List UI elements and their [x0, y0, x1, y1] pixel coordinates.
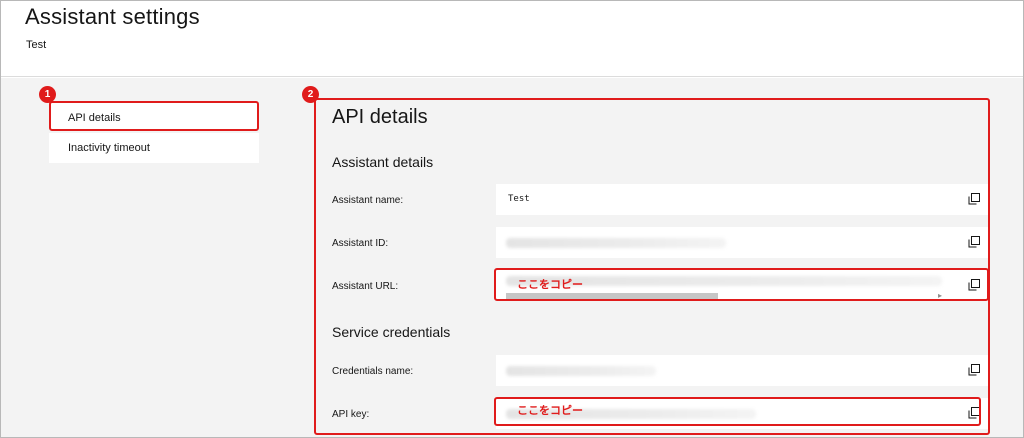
copy-icon[interactable]	[968, 364, 980, 376]
service-credentials-heading: Service credentials	[332, 324, 451, 340]
api-key-label: API key:	[332, 409, 370, 420]
assistant-subtitle: Test	[26, 39, 47, 51]
copy-icon[interactable]	[968, 236, 980, 248]
copy-here-annotation: ここをコピー	[517, 404, 583, 417]
credentials-name-field[interactable]	[496, 355, 988, 386]
assistant-name-value: Test	[508, 194, 530, 204]
page-title: Assistant settings	[25, 4, 200, 29]
assistant-name-field[interactable]: Test	[496, 184, 988, 215]
assistant-url-label: Assistant URL:	[332, 281, 399, 292]
redacted-value	[506, 366, 656, 376]
sidebar-item-label: API details	[68, 112, 121, 124]
assistant-details-heading: Assistant details	[332, 154, 434, 170]
sidebar-item-inactivity-timeout[interactable]: Inactivity timeout	[49, 133, 259, 163]
assistant-name-label: Assistant name:	[332, 195, 404, 206]
api-details-panel: API details Assistant details Assistant …	[314, 98, 990, 435]
assistant-id-label: Assistant ID:	[332, 238, 389, 249]
settings-body: 1 API details Inactivity timeout 2 API d…	[1, 78, 1023, 437]
sidebar-item-api-details[interactable]: API details	[49, 101, 259, 131]
page-header: Assistant settings Test	[1, 1, 1023, 77]
credentials-name-label: Credentials name:	[332, 366, 414, 377]
panel-title: API details	[332, 106, 428, 128]
window: Assistant settings Test 1 API details In…	[0, 0, 1024, 438]
sidebar-item-label: Inactivity timeout	[68, 142, 150, 154]
copy-here-annotation: ここをコピー	[517, 278, 583, 291]
assistant-id-field[interactable]	[496, 227, 988, 258]
copy-icon[interactable]	[968, 193, 980, 205]
settings-sidebar: API details Inactivity timeout	[49, 101, 259, 163]
redacted-value	[506, 238, 726, 248]
